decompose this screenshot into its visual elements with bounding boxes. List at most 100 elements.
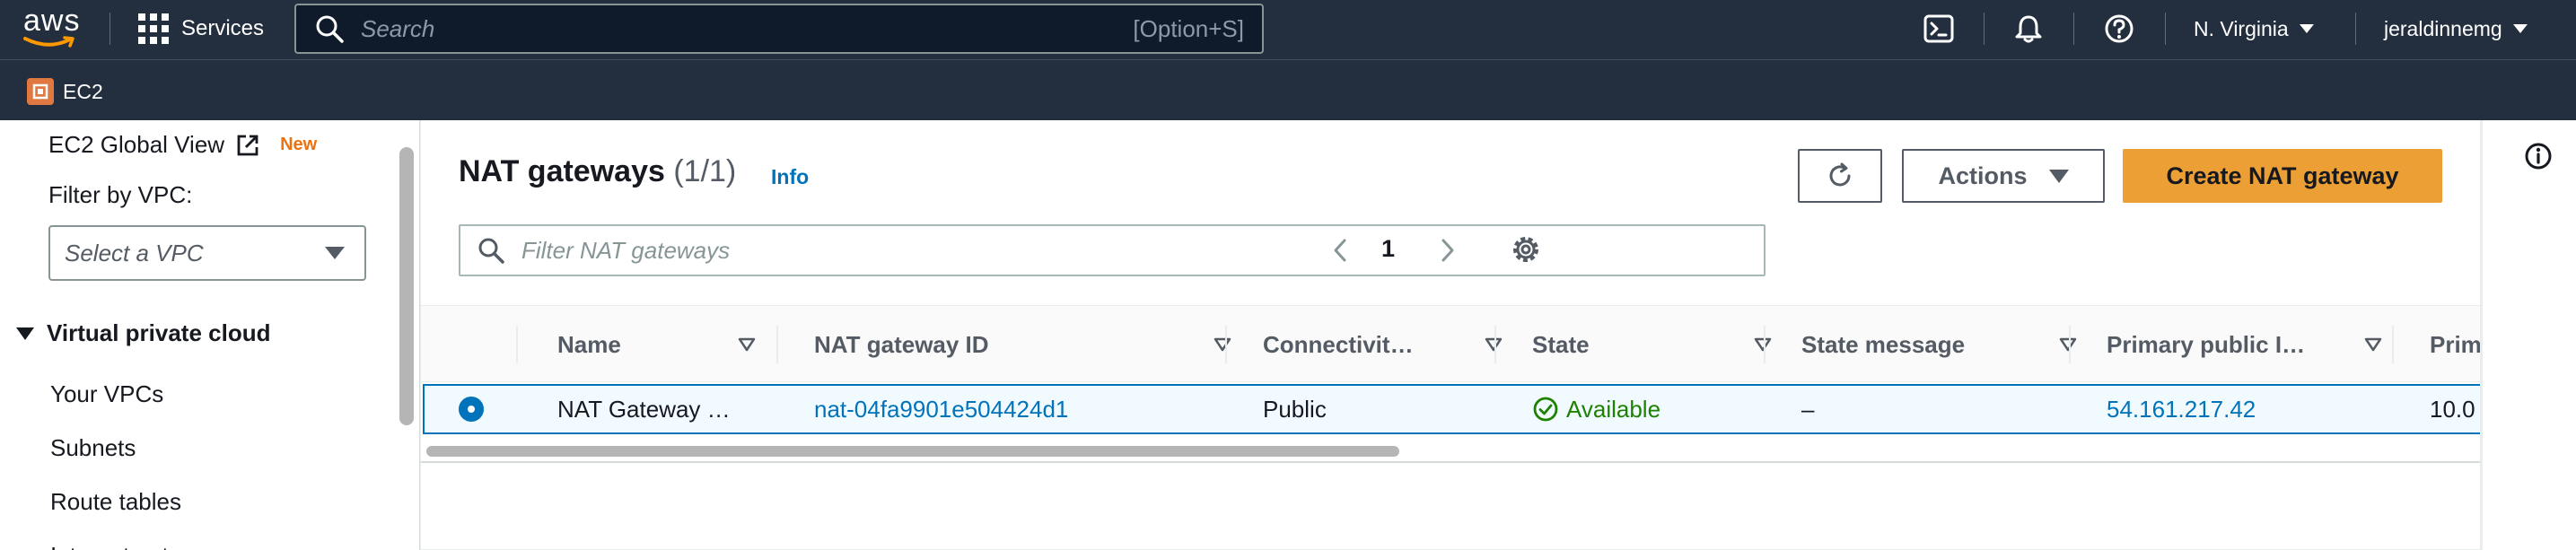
nav-divider [1984,13,1985,45]
nav-divider [2073,13,2074,45]
global-search-input[interactable]: Search [Option+S] [294,4,1264,54]
vpc-select[interactable]: Select a VPC [48,225,366,281]
column-label: NAT gateway ID [814,330,989,358]
caret-down-icon [2048,169,2069,183]
column-divider [2069,326,2071,363]
section-toggle-virtual-private-cloud[interactable]: Virtual private cloud [16,319,270,347]
column-header-connectivity[interactable]: Connectivit… [1263,306,1532,383]
filter-placeholder: Filter NAT gateways [521,236,731,264]
aws-smile-icon [23,36,74,48]
cell-primary-public-ip-link[interactable]: 54.161.217.42 [2107,386,2256,432]
global-view-label: EC2 Global View [48,131,225,158]
row-select-radio[interactable] [459,397,484,422]
sidebar-item-subnets[interactable]: Subnets [50,434,136,462]
info-link[interactable]: Info [771,165,809,189]
title-text: NAT gateways [459,154,665,188]
ec2-global-view-link[interactable]: EC2 Global View New [48,131,317,159]
actions-label: Actions [1938,162,2028,189]
chevron-right-icon[interactable] [1433,237,1460,264]
column-header-state[interactable]: State [1532,306,1801,383]
main-content: NAT gateways (1/1) Info Actions Create N… [420,120,2481,550]
nat-gateways-table-container: NAT gateways (1/1) Info Actions Create N… [420,120,2481,550]
chevron-left-icon[interactable] [1327,237,1354,264]
chevron-down-icon [2512,24,2528,33]
account-name: jeraldinnemg [2384,16,2502,40]
table-row[interactable]: NAT Gateway … nat-04fa9901e504424d1 Publ… [423,384,2480,434]
ec2-service-icon [27,78,54,105]
create-label: Create NAT gateway [2166,162,2399,189]
selection-count: (1/1) [673,154,737,188]
nav-divider [2165,13,2166,45]
bell-icon[interactable] [2012,13,2045,45]
cell-nat-gateway-id-link[interactable]: nat-04fa9901e504424d1 [814,386,1068,432]
new-badge: New [280,135,318,154]
page-number[interactable]: 1 [1381,235,1395,263]
sort-icon [738,337,756,352]
services-menu-button[interactable]: Services [138,13,264,45]
scrollbar-thumb[interactable] [426,446,1399,457]
region-label: N. Virginia [2194,16,2289,40]
sort-icon [2364,337,2382,352]
column-header-nat-gateway-id[interactable]: NAT gateway ID [814,306,1261,383]
caret-down-icon [16,327,34,340]
cell-primary-private-ip: 10.0 [2430,395,2475,423]
help-icon[interactable] [2103,13,2135,45]
tools-panel-rail [2481,120,2576,550]
aws-logo-text: aws [23,4,81,38]
sidebar-item-your-vpcs[interactable]: Your VPCs [50,380,163,408]
column-divider [516,326,518,363]
search-icon [478,238,504,264]
service-bar: EC2 [0,59,2576,120]
create-nat-gateway-button[interactable]: Create NAT gateway [2123,149,2442,203]
section-label: Virtual private cloud [47,319,271,346]
gear-icon[interactable] [1509,232,1543,266]
column-divider [1225,326,1227,363]
aws-logo[interactable]: aws [23,5,81,50]
account-menu[interactable]: jeraldinnemg [2384,13,2528,45]
table-horizontal-scrollbar[interactable] [421,440,2480,463]
caret-down-icon [325,247,345,259]
top-navigation: aws Services Search [Option+S] N. Virgin… [0,0,2576,59]
table-header: Name NAT gateway ID Connectivit… State S… [421,305,2481,383]
region-selector[interactable]: N. Virginia [2194,13,2314,45]
cell-connectivity: Public [1263,395,1327,423]
vpc-select-placeholder: Select a VPC [65,239,204,266]
sidebar-scrollbar[interactable] [395,120,420,550]
check-circle-icon [1533,397,1558,422]
external-link-icon [237,135,258,155]
grid-icon [138,13,169,44]
column-divider [1764,326,1766,363]
search-placeholder: Search [361,14,435,42]
scrollbar-thumb[interactable] [399,147,414,425]
info-icon[interactable] [2524,142,2553,170]
column-label: Primary public I… [2107,330,2306,358]
column-label: Name [557,330,621,358]
sidebar-item-internet-gateways[interactable]: Internet gateways [50,542,234,550]
filter-by-vpc-label: Filter by VPC: [48,181,193,208]
nav-divider [2355,13,2356,45]
sort-icon [1214,337,1231,352]
column-header-primary-public-ip[interactable]: Primary public I… [2107,306,2412,383]
sort-icon [1754,337,1772,352]
column-header-primary-private-ip[interactable]: Prim [2430,306,2481,383]
cloudshell-icon[interactable] [1923,13,1955,45]
actions-button[interactable]: Actions [1902,149,2105,203]
refresh-button[interactable] [1798,149,1882,203]
sort-icon [1485,337,1503,352]
column-label: Prim [2430,330,2481,358]
state-text: Available [1566,395,1661,423]
column-label: State message [1801,330,1966,358]
column-divider [2392,326,2394,363]
column-header-name[interactable]: Name [557,306,785,383]
page-title: NAT gateways (1/1) [459,154,736,189]
service-link-ec2[interactable]: EC2 [63,78,103,105]
column-divider [1494,326,1496,363]
sidebar-item-route-tables[interactable]: Route tables [50,488,181,516]
cell-name: NAT Gateway … [557,395,731,423]
column-header-state-message[interactable]: State message [1801,306,2107,383]
chevron-down-icon [2299,24,2314,33]
column-divider [776,326,778,363]
filter-nat-gateways-input[interactable]: Filter NAT gateways [459,224,1766,276]
cell-state-message: – [1801,395,1815,423]
column-label: State [1532,330,1590,358]
